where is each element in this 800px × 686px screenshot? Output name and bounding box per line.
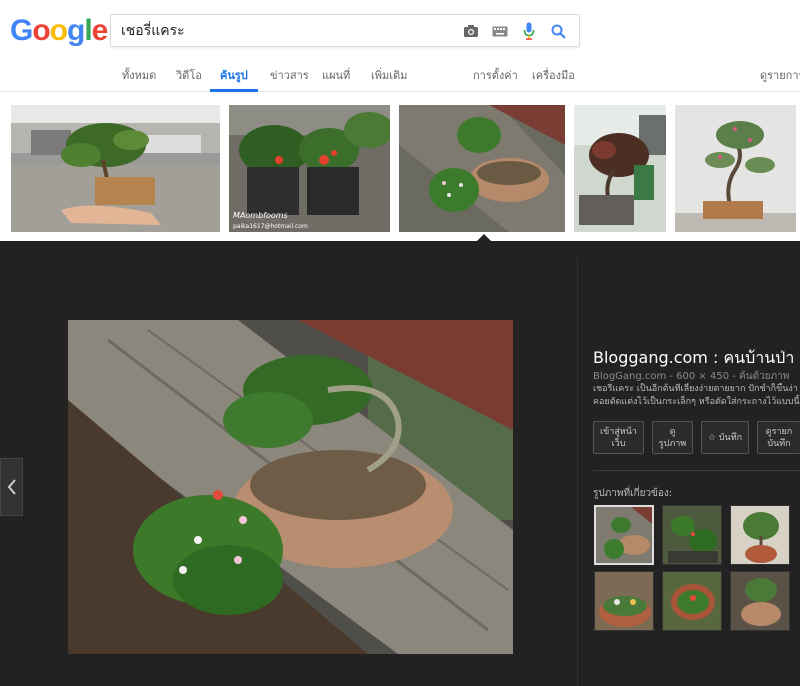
tab-news[interactable]: ข่าวสาร <box>270 66 309 92</box>
logo-letter: o <box>32 14 50 47</box>
button-label: รูปภาพ <box>658 438 687 449</box>
settings-link[interactable]: การตั้งค่า <box>473 66 518 92</box>
logo-letter: g <box>67 14 85 47</box>
thumbnail-bonsai-hand[interactable] <box>11 105 220 232</box>
bonsai-bench-photo-icon <box>596 507 652 563</box>
related-image[interactable] <box>594 571 654 631</box>
image-results-row: MAombfooms paika1617@hotmail.com <box>0 93 800 241</box>
bonsai-bench-photo-icon <box>68 320 513 654</box>
seedling-tray-photo-icon <box>663 506 721 564</box>
view-saved-button[interactable]: ดูรายก บันทึก <box>757 421 800 454</box>
tools-link[interactable]: เครื่องมือ <box>532 66 575 92</box>
previous-image-button[interactable] <box>0 458 23 516</box>
logo-letter: o <box>49 14 68 47</box>
button-label: ดู <box>669 426 676 437</box>
description-line: เชอรี่แคระ เป็นอีกต้นที่เลี้ยงง่ายตายยาก… <box>593 384 798 394</box>
button-label: ดูรายก <box>765 426 793 437</box>
search-box <box>110 14 580 47</box>
bonsai-hand-photo-icon <box>11 105 220 232</box>
thumbnail-bonsai-white[interactable] <box>675 105 796 232</box>
logo-letter: G <box>10 14 33 47</box>
bonsai-bench-photo-icon <box>399 105 565 232</box>
keyboard-icon[interactable] <box>490 21 510 41</box>
related-image[interactable] <box>730 571 790 631</box>
panel-divider <box>577 258 578 686</box>
watermark-email: paika1617@hotmail.com <box>233 223 308 230</box>
related-image[interactable] <box>662 571 722 631</box>
watermark-text: MAombfooms <box>233 211 288 220</box>
search-icon[interactable] <box>548 21 568 41</box>
save-button[interactable]: ☆ บันทึก <box>701 421 749 454</box>
related-image[interactable] <box>730 505 790 565</box>
search-tabs: ทั้งหมด วิดีโอ ค้นรูป ข่าวสาร แผนที่ เพิ… <box>0 60 800 92</box>
search-input[interactable] <box>121 21 441 41</box>
visit-page-button[interactable]: เข้าสู่หน้า เว็บ <box>593 421 644 454</box>
tab-all[interactable]: ทั้งหมด <box>122 66 156 92</box>
fairy-garden-photo-icon <box>595 572 653 630</box>
button-label: บันทึก <box>767 438 791 449</box>
related-images-label: รูปภาพที่เกี่ยวข้อง: <box>593 488 673 499</box>
tab-images[interactable]: ค้นรูป <box>210 66 258 92</box>
view-saved-link[interactable]: ดูรายการที่ <box>760 66 800 92</box>
bonsai-white-photo-icon <box>675 105 796 232</box>
logo-letter: e <box>91 14 109 47</box>
thumbnail-bonsai-bench[interactable] <box>399 105 565 232</box>
result-title[interactable]: Bloggang.com : คนบ้านป่า : พ <box>593 346 800 371</box>
microphone-icon[interactable] <box>519 21 539 41</box>
selection-pointer <box>476 234 492 242</box>
tab-videos[interactable]: วิดีโอ <box>176 66 202 92</box>
chevron-left-icon <box>7 479 16 495</box>
header: Google ทั้งหมด วิดีโอ ค้นรูป ข่าวสาร แผน… <box>0 0 800 92</box>
bonsai-pot-photo-icon <box>731 572 789 630</box>
description-line: คอยตัดแต่งไว้เป็นกระเล็กๆ หรือตัดใส่กระถ… <box>593 397 800 407</box>
google-logo[interactable]: Google <box>10 14 109 48</box>
main-preview-image[interactable] <box>68 320 513 654</box>
tab-more[interactable]: เพิ่มเติม <box>371 66 407 92</box>
bonsai-rocky-photo-icon <box>574 105 666 232</box>
related-image[interactable] <box>594 505 654 565</box>
potted-flower-photo-icon: MAombfooms paika1617@hotmail.com <box>229 105 390 232</box>
button-label: เว็บ <box>611 438 626 449</box>
tab-maps[interactable]: แผนที่ <box>322 66 350 92</box>
button-label: ☆ บันทึก <box>707 432 743 443</box>
button-label: เข้าสู่หน้า <box>600 426 637 437</box>
section-divider <box>593 470 800 471</box>
thumbnail-potted-flowers[interactable]: MAombfooms paika1617@hotmail.com <box>229 105 390 232</box>
result-meta: BlogGang.com - 600 × 450 - ค้นด้วยภาพ <box>593 371 790 382</box>
broken-pot-garden-photo-icon <box>663 572 721 630</box>
view-image-button[interactable]: ดู รูปภาพ <box>652 421 693 454</box>
potted-plant-photo-icon <box>731 506 789 564</box>
related-image[interactable] <box>662 505 722 565</box>
logo-letter: l <box>84 14 92 47</box>
thumbnail-bonsai-rocky[interactable] <box>574 105 666 232</box>
result-description: เชอรี่แคระ เป็นอีกต้นที่เลี้ยงง่ายตายยาก… <box>593 383 800 409</box>
camera-icon[interactable] <box>461 21 481 41</box>
